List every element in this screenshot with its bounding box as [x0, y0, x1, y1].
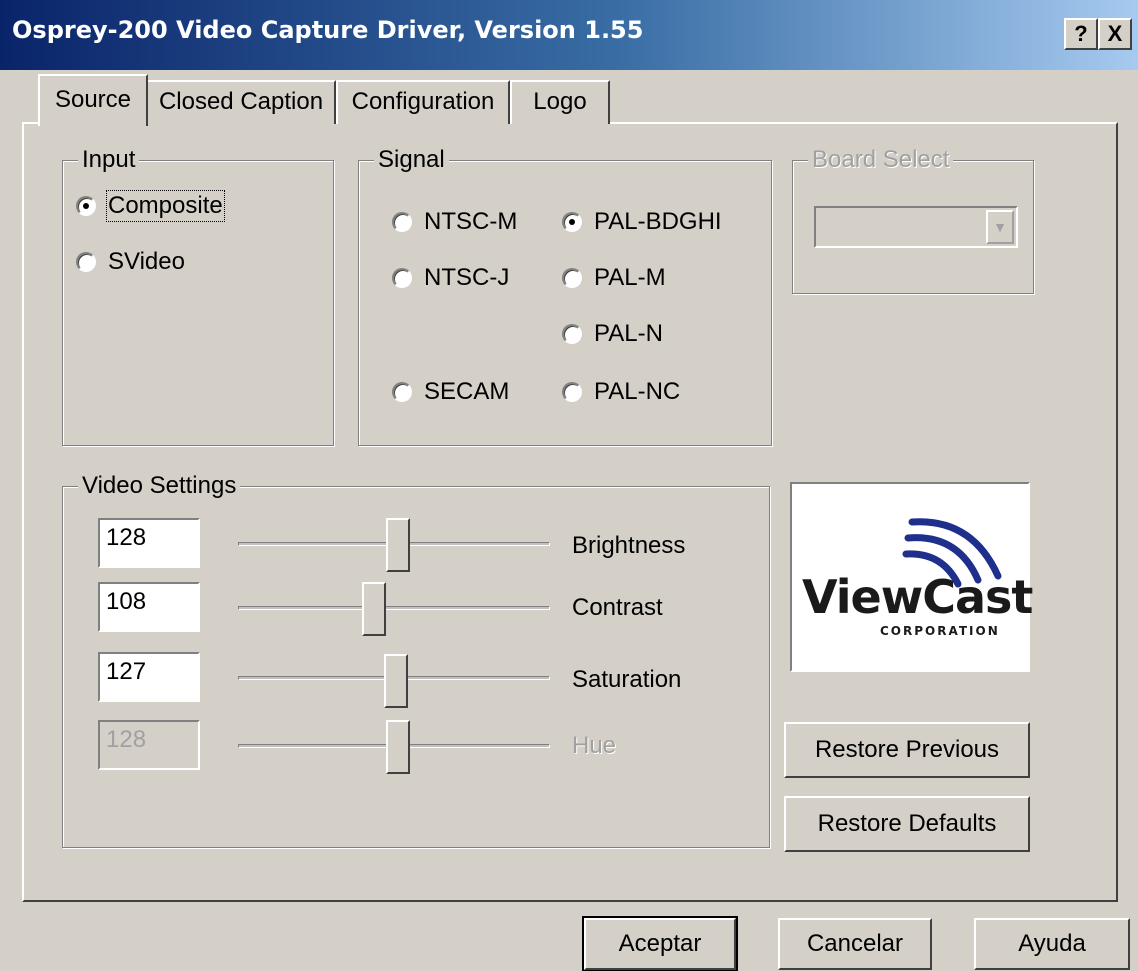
- radio-dot: [562, 268, 582, 288]
- brightness-input[interactable]: 128: [98, 518, 200, 568]
- radio-dot: [392, 382, 412, 402]
- viewcast-logo: ViewCast CORPORATION: [790, 482, 1033, 672]
- radio-secam[interactable]: SECAM: [392, 378, 509, 406]
- radio-pal-n[interactable]: PAL-N: [562, 320, 663, 348]
- input-group-legend: Input: [78, 147, 140, 173]
- signal-group-legend: Signal: [374, 147, 449, 173]
- tab-logo[interactable]: Logo: [510, 80, 610, 124]
- radio-dot: [562, 382, 582, 402]
- radio-label: SECAM: [424, 378, 510, 405]
- logo-wordmark: ViewCast: [802, 570, 1033, 624]
- restore-previous-button[interactable]: Restore Previous: [784, 722, 1030, 778]
- hue-label: Hue: [572, 732, 617, 759]
- window-title: Osprey-200 Video Capture Driver, Version…: [12, 16, 644, 44]
- hue-input: 128: [98, 720, 200, 770]
- radio-pal-nc[interactable]: PAL-NC: [562, 378, 680, 406]
- radio-label: NTSC-M: [424, 208, 518, 235]
- contrast-input[interactable]: 108: [98, 582, 200, 632]
- radio-label: PAL-N: [594, 320, 663, 347]
- radio-ntsc-j[interactable]: NTSC-J: [392, 264, 509, 292]
- logo-subword: CORPORATION: [880, 624, 1000, 638]
- accept-button[interactable]: Aceptar: [582, 916, 738, 971]
- radio-label: Composite: [106, 190, 225, 222]
- tab-closed-caption[interactable]: Closed Caption: [146, 80, 336, 124]
- radio-dot: [392, 212, 412, 232]
- radio-pal-bdghi[interactable]: PAL-BDGHI: [562, 208, 722, 236]
- brightness-slider-thumb[interactable]: [386, 518, 410, 572]
- radio-dot: [392, 268, 412, 288]
- brightness-label: Brightness: [572, 532, 686, 559]
- saturation-slider-thumb[interactable]: [384, 654, 408, 708]
- saturation-label: Saturation: [572, 666, 682, 693]
- saturation-input[interactable]: 127: [98, 652, 200, 702]
- restore-defaults-button[interactable]: Restore Defaults: [784, 796, 1030, 852]
- radio-label: NTSC-J: [424, 264, 510, 291]
- cancel-button[interactable]: Cancelar: [778, 918, 932, 970]
- tab-configuration[interactable]: Configuration: [336, 80, 510, 124]
- contrast-slider-thumb[interactable]: [362, 582, 386, 636]
- radio-dot: [76, 252, 96, 272]
- contrast-slider-track[interactable]: [238, 606, 550, 610]
- radio-label: PAL-M: [594, 264, 666, 291]
- radio-label: PAL-NC: [594, 378, 681, 405]
- board-select-legend: Board Select: [808, 147, 954, 173]
- radio-pal-m[interactable]: PAL-M: [562, 264, 666, 292]
- close-icon[interactable]: X: [1098, 18, 1132, 50]
- contrast-label: Contrast: [572, 594, 663, 621]
- hue-slider-thumb: [386, 720, 410, 774]
- radio-ntsc-m[interactable]: NTSC-M: [392, 208, 517, 236]
- radio-svideo[interactable]: SVideo: [76, 248, 185, 276]
- radio-label: PAL-BDGHI: [594, 208, 722, 235]
- board-select-dropdown[interactable]: ▼: [814, 206, 1018, 248]
- radio-label: SVideo: [108, 248, 185, 275]
- tab-source[interactable]: Source: [38, 74, 148, 126]
- help-icon[interactable]: ?: [1064, 18, 1098, 50]
- radio-dot: [562, 324, 582, 344]
- chevron-down-icon[interactable]: ▼: [986, 210, 1014, 244]
- radio-dot: [76, 196, 96, 216]
- help-button[interactable]: Ayuda: [974, 918, 1130, 970]
- radio-composite[interactable]: Composite: [76, 190, 225, 222]
- radio-dot: [562, 212, 582, 232]
- video-settings-legend: Video Settings: [78, 473, 241, 499]
